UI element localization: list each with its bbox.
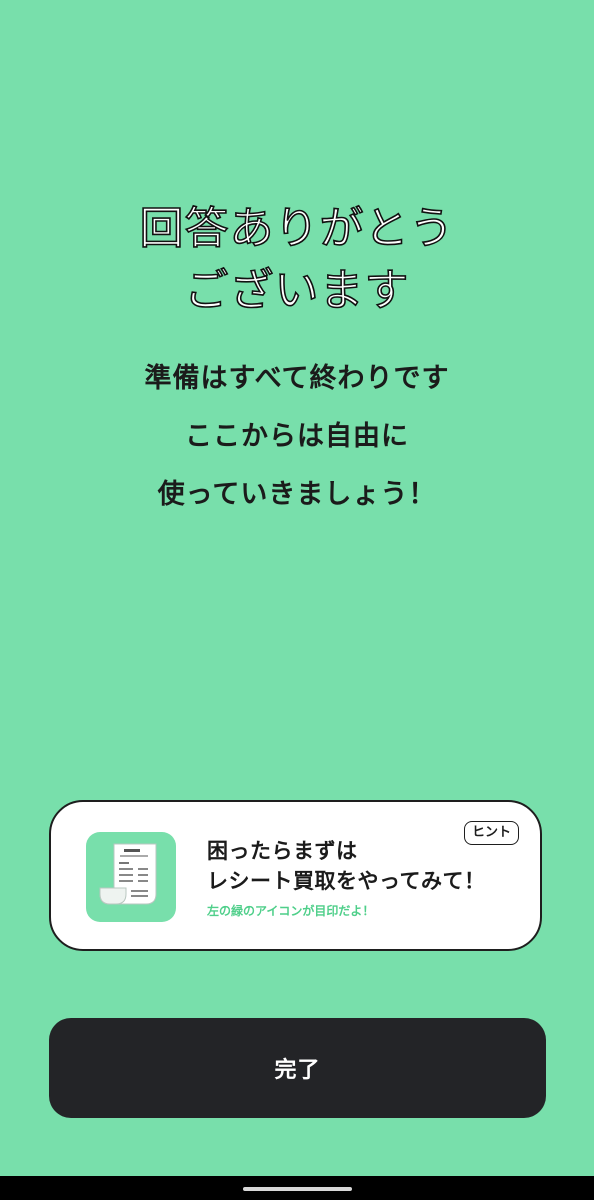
done-button[interactable]: 完了	[49, 1018, 546, 1118]
message-line-3: 使っていきましょう！	[157, 479, 437, 510]
hint-text: 困ったらまずは レシート買取をやってみて！ 左の緑のアイコンが目印だよ！	[207, 836, 485, 919]
message-line-1: 準備はすべて終わりです	[144, 363, 450, 394]
completion-screen: 回答ありがとう ございます 準備はすべて終わりです ここからは自由に 使っていき…	[0, 0, 594, 1200]
hint-line-2: レシート買取をやってみて！	[207, 869, 486, 893]
hint-subtext: 左の緑のアイコンが目印だよ！	[207, 904, 375, 918]
receipt-icon	[86, 832, 176, 922]
title-line-1: 回答ありがとう	[139, 202, 455, 255]
hint-line-1: 困ったらまずは	[207, 839, 358, 863]
home-indicator[interactable]	[243, 1187, 352, 1191]
title-line-2: ございます	[184, 264, 410, 317]
hint-card[interactable]: ヒント 困ったらまずは レシート買取をやってみて！ 左の緑のアイコンが目印だよ！	[49, 800, 542, 951]
completion-message: 準備はすべて終わりです ここからは自由に 使っていきましょう！	[0, 350, 594, 524]
message-line-2: ここからは自由に	[185, 421, 409, 452]
page-title: 回答ありがとう ございます	[0, 198, 594, 322]
system-nav-bar	[0, 1176, 594, 1200]
